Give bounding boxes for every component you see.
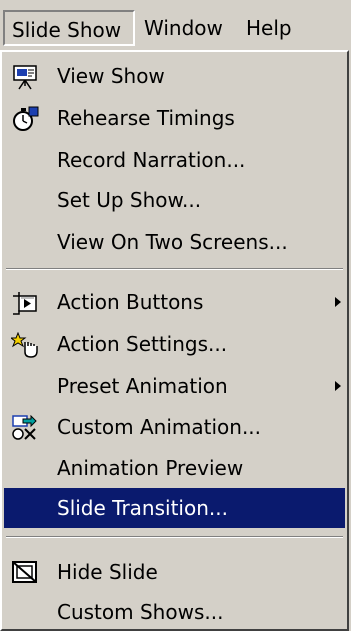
menu-item-slide-transition[interactable]: Slide Transition... bbox=[4, 488, 345, 528]
menu-item-label: View On Two Screens... bbox=[57, 230, 288, 254]
custom-animation-icon bbox=[11, 414, 39, 440]
action-settings-icon bbox=[9, 331, 39, 358]
menu-item-set-up-show[interactable]: Set Up Show... bbox=[4, 180, 345, 220]
menu-item-label: Animation Preview bbox=[57, 456, 244, 480]
menu-item-rehearse-timings[interactable]: Rehearse Timings bbox=[4, 98, 345, 138]
menu-item-view-show[interactable]: View Show bbox=[4, 56, 345, 96]
menu-item-label: Action Settings... bbox=[57, 332, 228, 356]
menu-item-label: Custom Shows... bbox=[57, 600, 224, 624]
menu-separator bbox=[6, 268, 343, 270]
menubar-slide-show[interactable]: Slide Show bbox=[3, 10, 135, 46]
menu-item-animation-preview[interactable]: Animation Preview bbox=[4, 448, 345, 488]
menu-item-label: Action Buttons bbox=[57, 290, 204, 314]
menu-bar: Slide Show Window Help bbox=[0, 0, 351, 54]
menu-item-view-on-two-screens[interactable]: View On Two Screens... bbox=[4, 222, 345, 262]
projector-icon bbox=[11, 63, 39, 90]
action-buttons-icon bbox=[11, 289, 39, 315]
menubar-help[interactable]: Help bbox=[239, 10, 303, 46]
menu-item-action-settings[interactable]: Action Settings... bbox=[4, 324, 345, 364]
menu-item-label: Custom Animation... bbox=[57, 415, 262, 439]
slide-show-menu: View Show Rehearse Timings Record Narrat… bbox=[0, 50, 349, 631]
menu-item-custom-animation[interactable]: Custom Animation... bbox=[4, 407, 345, 447]
menu-item-label: Rehearse Timings bbox=[57, 106, 235, 130]
stopwatch-icon bbox=[11, 105, 39, 131]
menubar-help-label: Help bbox=[246, 16, 292, 40]
submenu-arrow-icon bbox=[335, 381, 341, 391]
menu-separator bbox=[6, 536, 343, 538]
menubar-window-label: Window bbox=[144, 16, 223, 40]
menu-item-custom-shows[interactable]: Custom Shows... bbox=[4, 592, 345, 631]
menu-item-label: Slide Transition... bbox=[57, 496, 228, 520]
menu-item-label: Preset Animation bbox=[57, 374, 228, 398]
menu-item-label: Record Narration... bbox=[57, 148, 246, 172]
menu-item-preset-animation[interactable]: Preset Animation bbox=[4, 366, 345, 406]
hide-slide-icon bbox=[11, 559, 39, 585]
menubar-slide-show-label: Slide Show bbox=[12, 18, 122, 42]
submenu-arrow-icon bbox=[335, 297, 341, 307]
menu-item-record-narration[interactable]: Record Narration... bbox=[4, 140, 345, 180]
menu-item-label: Hide Slide bbox=[57, 560, 158, 584]
menu-item-action-buttons[interactable]: Action Buttons bbox=[4, 282, 345, 322]
menu-item-hide-slide[interactable]: Hide Slide bbox=[4, 552, 345, 592]
menu-item-label: Set Up Show... bbox=[57, 188, 202, 212]
menubar-window[interactable]: Window bbox=[137, 10, 233, 46]
menu-item-label: View Show bbox=[57, 64, 165, 88]
